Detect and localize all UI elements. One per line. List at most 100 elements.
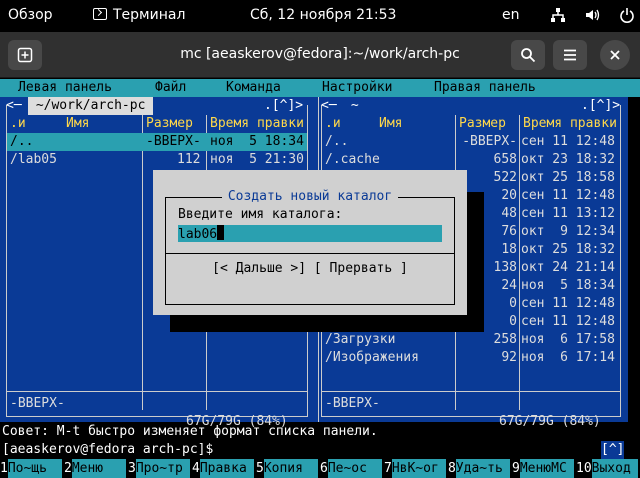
prompt-corner[interactable]: [^]	[601, 441, 625, 459]
search-button[interactable]	[511, 40, 545, 70]
dialog-prompt: Введите имя каталога:	[178, 207, 343, 222]
left-row-name: /..	[10, 134, 34, 149]
right-row-time: окт 9 12:34	[521, 224, 615, 239]
right-row-size: 24	[501, 278, 517, 293]
system-tray[interactable]	[550, 7, 635, 24]
left-panel-path[interactable]: ~/work/arch-pc	[28, 97, 154, 115]
right-row-time: ноя 6 17:14	[521, 350, 615, 365]
menu-right-panel[interactable]: Правая панель	[434, 79, 536, 97]
clock[interactable]: Сб, 12 ноября 21:53	[250, 7, 396, 23]
right-row-time: окт 25 18:58	[521, 170, 615, 185]
fkey-label: По~щь	[7, 459, 62, 478]
cancel-button[interactable]: [ Прервать ]	[314, 261, 408, 276]
fkey-label: Про~тр	[135, 459, 190, 478]
search-icon	[521, 48, 536, 63]
fkey-6[interactable]: 6Пе~ос	[320, 459, 382, 478]
right-panel-topline: <─	[321, 98, 337, 113]
fkey-4[interactable]: 4Правка	[192, 459, 254, 478]
fkey-label: Уда~ть	[455, 459, 510, 478]
right-col-name[interactable]: Имя	[379, 115, 402, 133]
right-disk-usage: 67G/79G (84%)	[499, 414, 601, 429]
right-row-time: сен 11 12:48	[521, 314, 615, 329]
left-col-name[interactable]: Имя	[66, 115, 89, 133]
app-menu[interactable]: Терминал	[93, 7, 185, 23]
fkey-number: 5	[256, 461, 264, 476]
right-row-size: 258	[493, 332, 517, 347]
right-row-time: сен 11 13:12	[521, 206, 615, 221]
right-row-time: сен 11 12:48	[521, 296, 615, 311]
fkey-7[interactable]: 7НвК~ог	[384, 459, 446, 478]
close-button[interactable]	[600, 40, 630, 70]
left-row-selected[interactable]: /.. -ВВЕРХ- ноя 5 18:34	[7, 133, 307, 151]
app-menu-label: Терминал	[113, 7, 186, 23]
right-panel-path[interactable]: ~	[343, 97, 366, 115]
right-row[interactable]: /.cache 658 окт 23 18:32	[321, 151, 621, 169]
power-icon	[620, 8, 634, 23]
right-row-time: окт 23 18:32	[521, 152, 615, 167]
menu-options[interactable]: Настройки	[322, 79, 392, 97]
mkdir-dialog: Создать новый каталог Введите имя катало…	[153, 170, 467, 315]
right-mini-separator	[321, 391, 621, 392]
left-row-time: ноя 5 21:30	[210, 152, 304, 167]
right-col-size[interactable]: Размер	[459, 115, 506, 133]
dialog-separator	[165, 253, 455, 254]
right-row-size: 0	[509, 296, 517, 311]
menu-left-panel[interactable]: Левая панель	[18, 79, 112, 97]
fkey-8[interactable]: 8Уда~ть	[448, 459, 510, 478]
fkey-1[interactable]: 1По~щь	[0, 459, 62, 478]
fkey-number: 7	[384, 461, 392, 476]
fkey-number: 1	[0, 461, 8, 476]
left-panel-topline: <─	[6, 98, 22, 113]
menu-button[interactable]	[553, 40, 587, 70]
dialog-title-wrap: Создать новый каталог	[153, 189, 467, 204]
right-panel-corner[interactable]: .[^]>	[581, 97, 620, 115]
terminal-icon	[93, 8, 107, 20]
shell-prompt[interactable]: [aeaskerov@fedora arch-pc]$	[2, 441, 213, 459]
gnome-top-bar: Обзор Терминал Сб, 12 ноября 21:53 en	[0, 0, 640, 32]
directory-name-input[interactable]: lab06	[178, 225, 442, 242]
fkey-10[interactable]: 10Выход	[576, 459, 638, 478]
right-row-time: окт 25 18:32	[521, 242, 615, 257]
left-col-n[interactable]: .и	[10, 115, 26, 133]
menu-file[interactable]: Файл	[155, 79, 186, 97]
fkey-2[interactable]: 2Меню	[64, 459, 126, 478]
right-row[interactable]: /Загрузки 258 ноя 6 17:58	[321, 331, 621, 349]
left-row-size: 112	[177, 152, 201, 167]
fkey-number: 2	[64, 461, 72, 476]
right-row-name: /Изображения	[325, 350, 419, 365]
right-row-size: 0	[509, 314, 517, 329]
dialog-buttons: [< Дальше >] [ Прервать ]	[153, 261, 467, 276]
fkey-number: 8	[448, 461, 456, 476]
fkey-5[interactable]: 5Копия	[256, 459, 318, 478]
left-row-time: ноя 5 18:34	[210, 134, 304, 149]
right-row[interactable]: /.. -ВВЕРХ-сен 11 12:48	[321, 133, 621, 151]
directory-name-value: lab06	[178, 227, 218, 242]
left-row[interactable]: /lab05 112 ноя 5 21:30	[10, 151, 310, 169]
right-col-n[interactable]: .и	[325, 115, 341, 133]
fkey-label: Правка	[199, 459, 254, 478]
right-row-size: 658	[493, 152, 517, 167]
left-mini-separator	[6, 391, 308, 392]
ok-button[interactable]: [< Дальше >]	[212, 261, 306, 276]
right-row-time: окт 24 21:14	[521, 260, 615, 275]
left-col-time[interactable]: Время правки	[210, 115, 304, 133]
left-panel-corner[interactable]: .[^]>	[264, 97, 303, 115]
fkey-label: Копия	[263, 459, 318, 478]
right-row-size: 20	[501, 188, 517, 203]
right-row-name: /.cache	[325, 152, 380, 167]
fkey-9[interactable]: 9МенюМС	[512, 459, 574, 478]
right-col-time[interactable]: Время правки	[523, 115, 617, 133]
right-row[interactable]: /Изображения 92 ноя 6 17:14	[321, 349, 621, 367]
left-col-size[interactable]: Размер	[146, 115, 193, 133]
right-row-size: 18	[501, 242, 517, 257]
fkey-3[interactable]: 3Про~тр	[128, 459, 190, 478]
menu-command[interactable]: Команда	[226, 79, 281, 97]
right-row-size: 138	[493, 260, 517, 275]
right-mini-status: -ВВЕРХ-	[325, 396, 380, 411]
close-icon	[610, 50, 620, 60]
input-language[interactable]: en	[502, 7, 520, 23]
fkey-label: Меню	[71, 459, 126, 478]
new-tab-button[interactable]	[8, 40, 42, 70]
activities-button[interactable]: Обзор	[8, 7, 53, 23]
fkey-number: 3	[128, 461, 136, 476]
